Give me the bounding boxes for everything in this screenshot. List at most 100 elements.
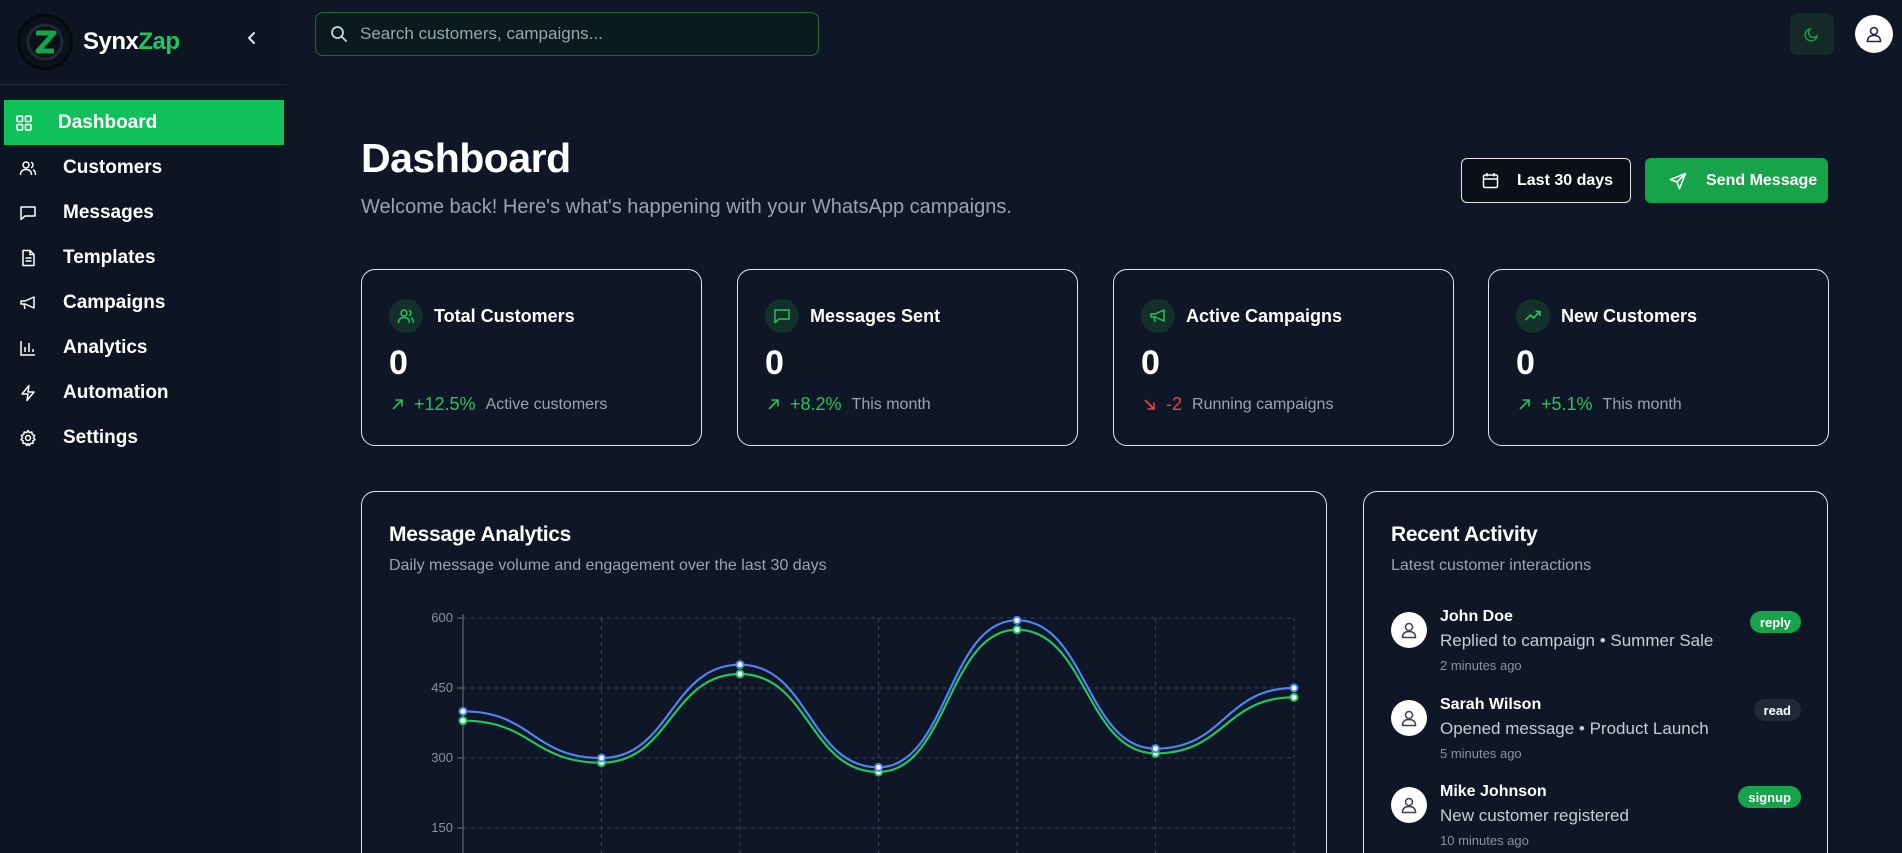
user-icon — [1866, 26, 1882, 43]
users-icon — [389, 299, 423, 333]
sidebar-item-label: Dashboard — [58, 111, 158, 133]
moon-icon — [1804, 27, 1819, 42]
data-point — [1289, 692, 1299, 702]
stat-value: 0 — [389, 344, 408, 382]
sidebar-item-label: Templates — [63, 246, 156, 268]
data-point — [1151, 744, 1160, 754]
stat-card-new-customers: New Customers 0 +5.1% This month — [1488, 269, 1829, 446]
activity-time: 10 minutes ago — [1440, 833, 1529, 848]
stat-value: 0 — [765, 344, 784, 382]
activity-tag: reply — [1749, 611, 1801, 633]
sidebar: SynxZap Dashboard Customers Messages Tem… — [0, 0, 287, 853]
stat-card-total-customers: Total Customers 0 +12.5% Active customer… — [361, 269, 702, 446]
trending-up-icon — [1516, 299, 1550, 333]
activity-text: New customer registered — [1440, 806, 1629, 825]
date-range-button[interactable]: Last 30 days — [1461, 158, 1631, 203]
date-range-label: Last 30 days — [1517, 171, 1614, 189]
stat-value: 0 — [1141, 344, 1160, 382]
user-icon — [1401, 710, 1417, 727]
sidebar-item-automation[interactable]: Automation — [4, 370, 283, 415]
stat-label: Active Campaigns — [1186, 305, 1343, 326]
user-icon — [1401, 797, 1417, 814]
sidebar-item-templates[interactable]: Templates — [4, 235, 283, 280]
send-message-button[interactable]: Send Message — [1645, 158, 1828, 203]
search-icon — [331, 26, 347, 42]
activity-time: 2 minutes ago — [1440, 658, 1522, 673]
sidebar-item-settings[interactable]: Settings — [4, 415, 283, 460]
data-point — [1012, 615, 1022, 625]
activity-name: Mike Johnson — [1440, 783, 1547, 800]
data-point — [874, 762, 883, 772]
sidebar-item-messages[interactable]: Messages — [4, 190, 283, 235]
message-icon — [18, 203, 38, 223]
stat-delta: +5.1% — [1541, 394, 1593, 414]
data-point — [1289, 683, 1299, 693]
stat-delta: -2 — [1166, 394, 1183, 414]
sidebar-item-campaigns[interactable]: Campaigns — [4, 280, 283, 325]
avatar — [1391, 612, 1427, 648]
stat-delta: +8.2% — [790, 394, 842, 414]
stat-value: 0 — [1516, 344, 1535, 382]
brand: SynxZap — [0, 0, 287, 85]
send-message-label: Send Message — [1706, 171, 1818, 189]
theme-toggle-button[interactable] — [1790, 13, 1834, 55]
bar-chart-icon — [18, 338, 38, 358]
stat-note: This month — [851, 395, 931, 413]
activity-text: Opened message • Product Launch — [1440, 719, 1709, 738]
panel-title: Recent Activity — [1391, 523, 1538, 546]
calendar-icon — [1482, 173, 1499, 189]
panel-description: Latest customer interactions — [1391, 557, 1592, 574]
megaphone-icon — [1141, 299, 1175, 333]
users-icon — [18, 158, 38, 178]
user-menu-button[interactable] — [1855, 15, 1893, 53]
stat-card-active-campaigns: Active Campaigns 0 -2 Running campaigns — [1113, 269, 1454, 446]
activity-item[interactable]: John Doe Replied to campaign • Summer Sa… — [1391, 608, 1801, 678]
y-tick-label: 150 — [431, 820, 453, 835]
y-tick-label: 450 — [431, 680, 453, 695]
user-icon — [1401, 622, 1417, 639]
activity-name: Sarah Wilson — [1440, 696, 1542, 713]
brand-name: SynxZap — [83, 28, 180, 55]
sidebar-nav: Dashboard Customers Messages Templates C… — [0, 85, 287, 460]
file-text-icon — [18, 248, 38, 268]
collapse-sidebar-button[interactable] — [242, 28, 262, 48]
panel-title: Message Analytics — [389, 523, 572, 546]
arrow-down-right-icon — [1144, 399, 1155, 410]
y-tick-label: 300 — [431, 750, 453, 765]
stat-card-messages-sent: Messages Sent 0 +8.2% This month — [737, 269, 1078, 446]
activity-item[interactable]: Sarah Wilson Opened message • Product La… — [1391, 696, 1801, 766]
stat-label: New Customers — [1561, 305, 1698, 326]
grid-icon — [14, 113, 34, 133]
chevron-left-icon — [247, 32, 255, 44]
data-point — [1012, 625, 1022, 635]
message-icon — [765, 299, 799, 333]
arrow-up-right-icon — [1519, 399, 1530, 410]
data-point — [735, 660, 745, 670]
page-title: Dashboard — [361, 135, 571, 181]
page-subtitle: Welcome back! Here's what's happening wi… — [361, 196, 1012, 218]
data-point — [458, 716, 468, 726]
send-icon — [1669, 172, 1687, 189]
sidebar-item-dashboard[interactable]: Dashboard — [4, 100, 284, 145]
activity-item[interactable]: Mike Johnson New customer registered 10 … — [1391, 783, 1801, 853]
sidebar-item-label: Analytics — [63, 336, 148, 358]
sidebar-item-label: Settings — [63, 426, 138, 448]
sidebar-item-analytics[interactable]: Analytics — [4, 325, 283, 370]
stat-label: Messages Sent — [810, 305, 941, 326]
activity-name: John Doe — [1440, 608, 1513, 625]
activity-tag: read — [1753, 699, 1801, 721]
sidebar-item-label: Customers — [63, 156, 163, 178]
activity-text: Replied to campaign • Summer Sale — [1440, 631, 1714, 650]
search-bar[interactable] — [315, 12, 819, 56]
sidebar-item-label: Campaigns — [63, 291, 166, 313]
sidebar-item-customers[interactable]: Customers — [4, 145, 283, 190]
panel-description: Daily message volume and engagement over… — [389, 557, 827, 574]
search-input[interactable] — [360, 24, 800, 44]
stat-note: This month — [1602, 395, 1682, 413]
data-point — [458, 706, 468, 716]
stat-delta: +12.5% — [414, 394, 476, 414]
activity-tag: signup — [1738, 786, 1801, 808]
avatar — [1391, 787, 1427, 823]
zap-icon — [18, 383, 38, 403]
activity-time: 5 minutes ago — [1440, 746, 1522, 761]
